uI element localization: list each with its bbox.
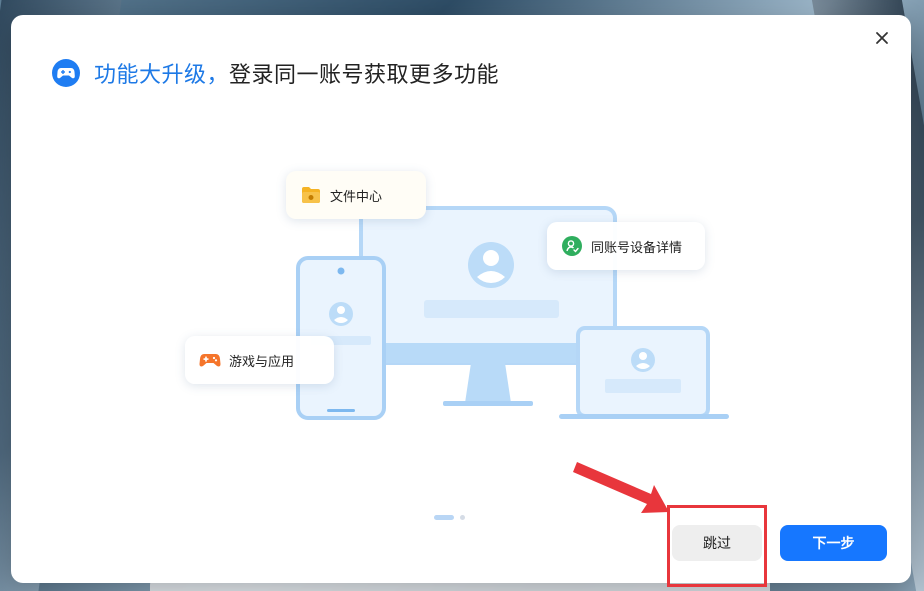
dialog-title: 功能大升级，登录同一账号获取更多功能 (94, 57, 499, 89)
feature-card-devices: 同账号设备详情 (547, 222, 705, 270)
account-link-icon (561, 235, 583, 257)
page-dot-active[interactable] (434, 515, 454, 520)
card-label: 文件中心 (330, 189, 383, 205)
title-text: 登录同一账号获取更多功能 (229, 63, 500, 88)
title-highlight: 功能大升级， (94, 63, 230, 88)
pagination-dots (434, 515, 465, 520)
close-icon (876, 32, 888, 44)
upgrade-dialog: 功能大升级，登录同一账号获取更多功能 文件中心 同账号设备详情 游戏与应用 跳过… (11, 15, 911, 587)
close-button[interactable] (871, 27, 893, 49)
feature-card-files: 文件中心 (286, 171, 426, 219)
folder-icon (300, 184, 322, 206)
devices-illustration (181, 165, 741, 425)
annotation-highlight-box (667, 505, 767, 587)
gamepad-logo-icon (52, 59, 80, 87)
card-label: 同账号设备详情 (591, 240, 683, 256)
dialog-header: 功能大升级，登录同一账号获取更多功能 (52, 57, 499, 89)
gamepad-icon (199, 349, 221, 371)
devices-graphic (296, 206, 729, 420)
feature-card-games: 游戏与应用 (185, 336, 334, 384)
laptop-graphic (559, 326, 729, 419)
card-label: 游戏与应用 (229, 354, 295, 370)
page-dot[interactable] (460, 515, 465, 520)
next-step-button[interactable]: 下一步 (780, 525, 887, 561)
